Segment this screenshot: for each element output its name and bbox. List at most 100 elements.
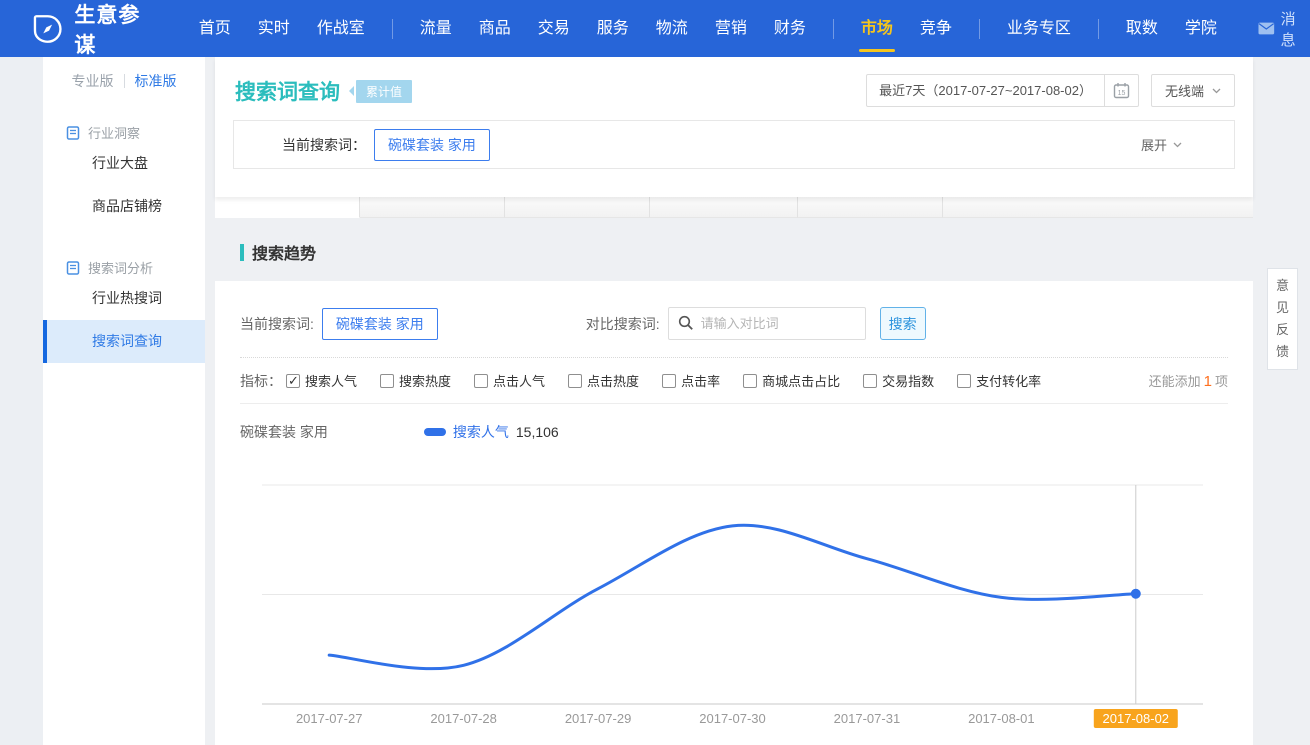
brand[interactable]: 生意参谋 [33, 0, 161, 59]
section-tab-2[interactable] [360, 197, 505, 218]
current-term-chip[interactable]: 碗碟套装 家用 [374, 129, 490, 161]
nav-item-7[interactable]: 服务 [597, 0, 629, 57]
x-axis-label: 2017-08-02 [1103, 711, 1170, 726]
term-compare-row: 当前搜索词: 碗碟套装 家用 对比搜索词: 搜索 [240, 281, 1228, 340]
section-tab-5[interactable] [798, 197, 943, 218]
expand-label: 展开 [1141, 135, 1167, 154]
current-term-label: 当前搜索词： [282, 135, 366, 155]
main-content: 搜索词查询 累计值 最近7天（2017-07-27~2017-08-02） 15 [215, 57, 1253, 745]
remaining-suffix: 项 [1215, 374, 1228, 389]
nav-separator [1098, 19, 1099, 39]
metric-checkbox-7[interactable]: 交易指数 [863, 371, 934, 390]
marked-data-point[interactable] [1131, 589, 1141, 599]
nav-item-13[interactable]: 业务专区 [1007, 0, 1071, 57]
metric-checkbox-5[interactable]: 点击率 [662, 371, 720, 390]
nav-item-1[interactable]: 首页 [199, 0, 231, 57]
nav-item-14[interactable]: 取数 [1126, 0, 1158, 57]
metrics-row: 指标： 搜索人气搜索热度点击人气点击热度点击率商城点击占比交易指数支付转化率 还… [240, 358, 1228, 404]
trend-current-term-chip[interactable]: 碗碟套装 家用 [322, 308, 438, 340]
current-term-bar: 当前搜索词： 碗碟套装 家用 展开 [233, 120, 1235, 169]
date-range-picker[interactable]: 最近7天（2017-07-27~2017-08-02） 15 [866, 74, 1139, 107]
unchecked-checkbox-icon [957, 374, 971, 388]
feedback-button[interactable]: 意见 反馈 [1267, 268, 1298, 370]
legend-series-pill[interactable] [424, 428, 446, 436]
legend-term: 碗碟套装 家用 [240, 422, 328, 442]
unchecked-checkbox-icon [474, 374, 488, 388]
compare-term-input[interactable] [668, 307, 866, 340]
sidebar: 专业版 标准版 行业洞察行业大盘商品店铺榜搜索词分析行业热搜词搜索词查询 [43, 57, 205, 745]
sidebar-menu: 行业洞察行业大盘商品店铺榜搜索词分析行业热搜词搜索词查询 [43, 123, 205, 363]
metric-checkbox-1[interactable]: 搜索人气 [286, 371, 357, 390]
trend-current-term-label: 当前搜索词: [240, 314, 314, 334]
section-tab-6[interactable] [943, 197, 1253, 218]
envelope-icon [1258, 22, 1275, 35]
nav-item-12[interactable]: 竞争 [920, 0, 952, 57]
metric-checkbox-4[interactable]: 点击热度 [568, 371, 639, 390]
nav-item-9[interactable]: 营销 [715, 0, 747, 57]
nav-separator [392, 19, 393, 39]
nav-item-4[interactable]: 流量 [420, 0, 452, 57]
nav-item-6[interactable]: 交易 [538, 0, 570, 57]
metric-checkbox-2[interactable]: 搜索热度 [380, 371, 451, 390]
unchecked-checkbox-icon [380, 374, 394, 388]
sidebar-group-1[interactable]: 行业洞察 [43, 123, 205, 142]
trend-line-chart[interactable]: 2017-07-272017-07-282017-07-292017-07-30… [240, 462, 1228, 745]
top-navigation: 生意参谋 首页实时作战室 流量商品交易服务物流营销财务市场竞争业务专区取数学院 消… [0, 0, 1310, 57]
remaining-count: 1 [1204, 373, 1212, 390]
sidebar-item[interactable]: 行业大盘 [43, 142, 205, 185]
version-tabs: 专业版 标准版 [43, 67, 205, 93]
metric-label: 点击热度 [587, 371, 639, 390]
device-select[interactable]: 无线端 [1151, 74, 1235, 107]
date-range-text: 最近7天（2017-07-27~2017-08-02） [867, 75, 1104, 106]
sidebar-group-label: 行业洞察 [88, 123, 140, 142]
svg-text:15: 15 [1118, 90, 1126, 97]
topnav-items: 首页实时作战室 流量商品交易服务物流营销财务市场竞争业务专区取数学院 [199, 0, 1244, 57]
series-line [329, 525, 1136, 668]
section-accent-bar [240, 244, 244, 261]
nav-item-11[interactable]: 市场 [861, 0, 893, 57]
expand-link[interactable]: 展开 [1141, 135, 1182, 154]
version-tab-pro[interactable]: 专业版 [72, 71, 114, 91]
nav-item-10[interactable]: 财务 [774, 0, 806, 57]
remaining-prefix: 还能添加 [1149, 374, 1201, 389]
nav-item-5[interactable]: 商品 [479, 0, 511, 57]
metric-label: 点击率 [681, 371, 720, 390]
sidebar-item[interactable]: 搜索词查询 [43, 320, 205, 363]
unchecked-checkbox-icon [568, 374, 582, 388]
calendar-button[interactable]: 15 [1104, 75, 1138, 106]
metric-label: 支付转化率 [976, 371, 1041, 390]
feedback-line-2: 反馈 [1270, 319, 1295, 363]
x-axis-label: 2017-08-01 [968, 711, 1035, 726]
brand-name: 生意参谋 [74, 0, 160, 59]
device-select-value: 无线端 [1165, 81, 1204, 100]
nav-item-2[interactable]: 实时 [258, 0, 290, 57]
chart-legend: 碗碟套装 家用 搜索人气 15,106 [240, 404, 1228, 442]
metric-checkbox-8[interactable]: 支付转化率 [957, 371, 1041, 390]
section-head: 搜索趋势 [240, 240, 1253, 264]
legend-metric-value: 15,106 [516, 424, 559, 440]
sidebar-group-2[interactable]: 搜索词分析 [43, 258, 205, 277]
section-tab-3[interactable] [505, 197, 650, 218]
unchecked-checkbox-icon [743, 374, 757, 388]
metric-checkbox-3[interactable]: 点击人气 [474, 371, 545, 390]
version-tab-standard[interactable]: 标准版 [135, 71, 177, 91]
metric-label: 商城点击占比 [762, 371, 840, 390]
compare-term-label: 对比搜索词: [586, 314, 660, 334]
messages-button[interactable]: 消息 [1258, 8, 1310, 50]
checked-checkbox-icon [286, 374, 300, 388]
x-axis-label: 2017-07-31 [834, 711, 901, 726]
sidebar-item[interactable]: 商品店铺榜 [43, 185, 205, 228]
section-tab-1[interactable] [215, 197, 360, 218]
nav-item-15[interactable]: 学院 [1185, 0, 1217, 57]
cumulative-badge: 累计值 [356, 80, 412, 103]
feedback-line-1: 意见 [1270, 275, 1295, 319]
nav-item-8[interactable]: 物流 [656, 0, 688, 57]
sidebar-item[interactable]: 行业热搜词 [43, 277, 205, 320]
x-axis-label: 2017-07-30 [699, 711, 766, 726]
section-tab-4[interactable] [650, 197, 798, 218]
nav-item-3[interactable]: 作战室 [317, 0, 365, 57]
metric-checkbox-6[interactable]: 商城点击占比 [743, 371, 840, 390]
page-title: 搜索词查询 [235, 76, 340, 106]
metric-label: 搜索人气 [305, 371, 357, 390]
search-button[interactable]: 搜索 [880, 307, 926, 340]
